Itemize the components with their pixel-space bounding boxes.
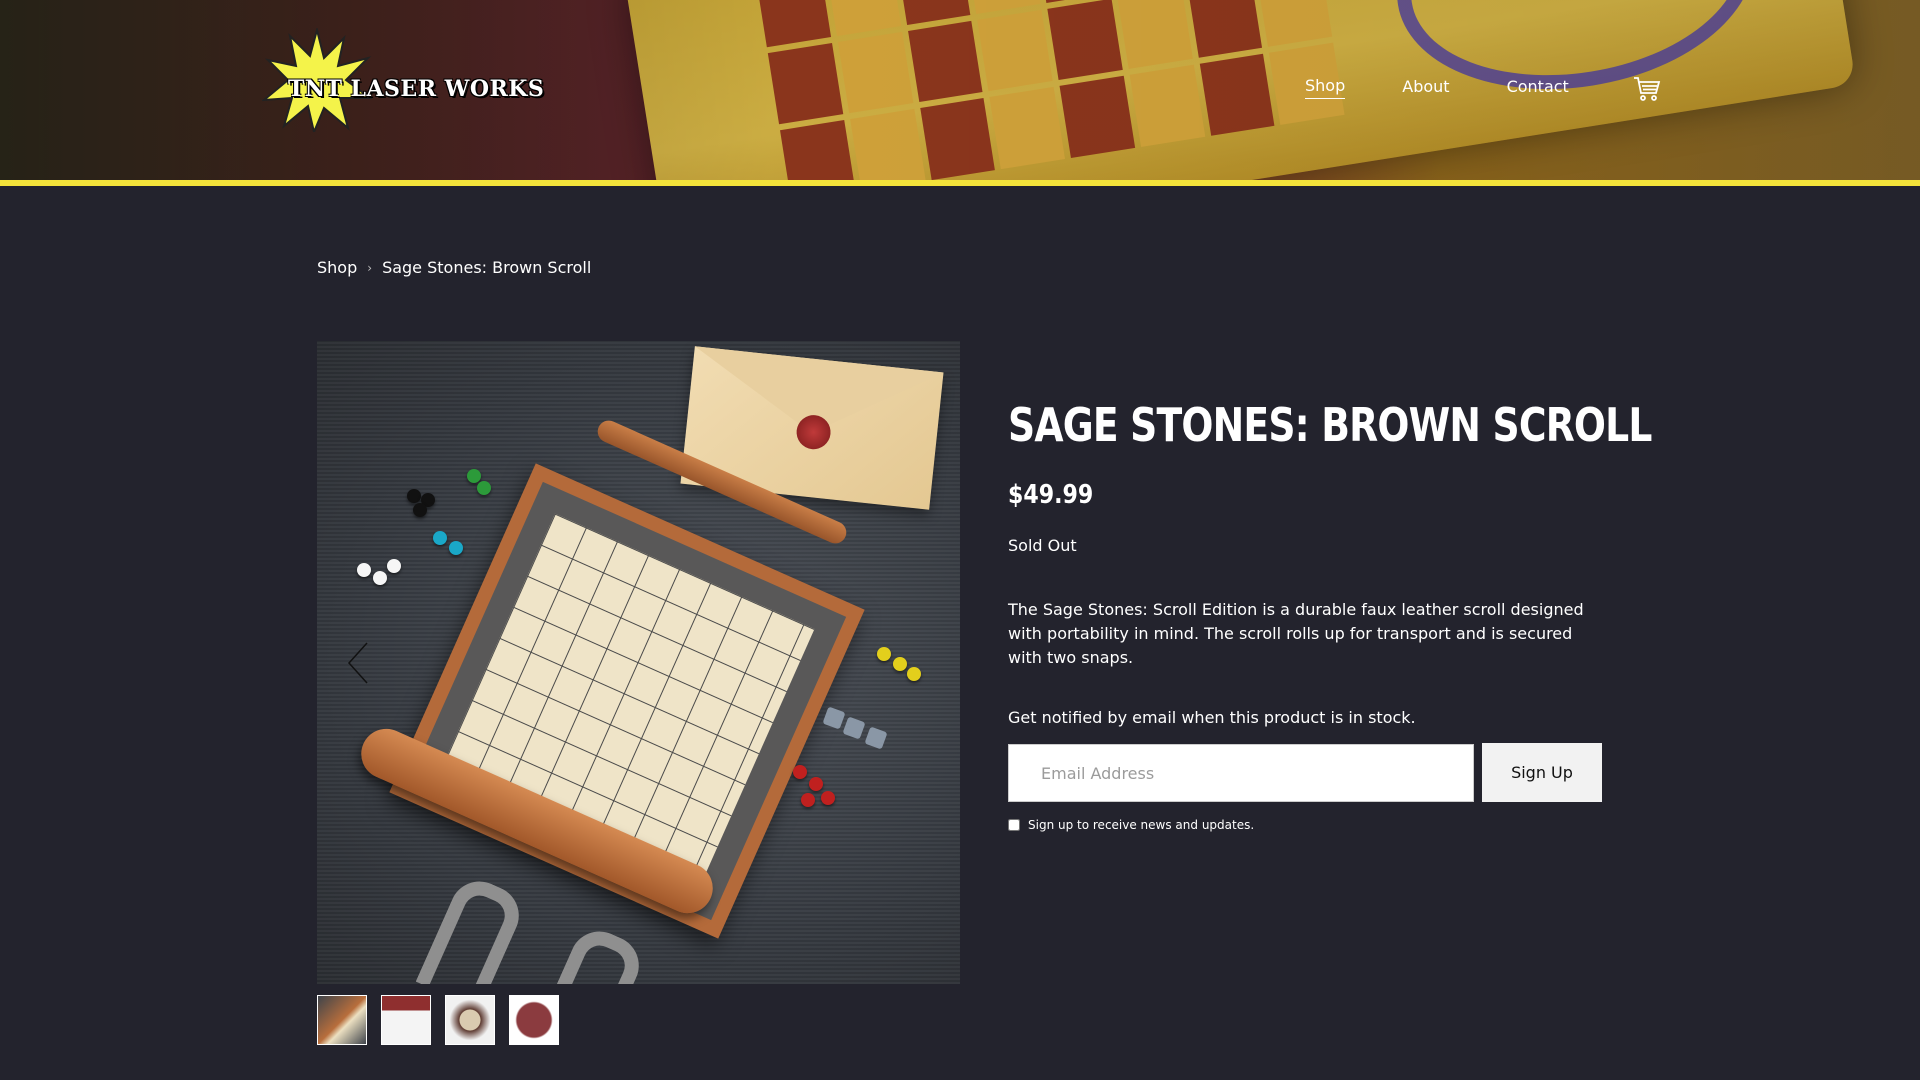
newsletter-checkbox[interactable] [1008, 819, 1020, 831]
product-thumbnails [317, 995, 573, 1045]
nav-contact-link[interactable]: Contact [1507, 77, 1569, 99]
product-thumbnail[interactable] [381, 995, 431, 1045]
notify-text: Get notified by email when this product … [1008, 708, 1416, 727]
stock-status: Sold Out [1008, 536, 1077, 555]
breadcrumb-current: Sage Stones: Brown Scroll [382, 258, 592, 277]
newsletter-optin: Sign up to receive news and updates. [1008, 818, 1254, 832]
newsletter-label: Sign up to receive news and updates. [1028, 818, 1255, 832]
sign-up-button[interactable]: Sign Up [1482, 743, 1602, 802]
product-thumbnail[interactable] [445, 995, 495, 1045]
product-main-image[interactable] [317, 341, 960, 984]
main-nav: Shop About Contact [1305, 76, 1626, 99]
breadcrumb-separator: › [367, 260, 373, 275]
email-input[interactable] [1008, 744, 1474, 802]
product-description: The Sage Stones: Scroll Edition is a dur… [1008, 600, 1584, 667]
site-header: TNT LASER WORKS Shop About Contact [0, 0, 1920, 180]
shopping-cart-icon[interactable] [1633, 76, 1661, 102]
breadcrumb-shop-link[interactable]: Shop [317, 258, 357, 277]
nav-about-link[interactable]: About [1402, 77, 1449, 99]
product-thumbnail[interactable] [317, 995, 367, 1045]
breadcrumb: Shop › Sage Stones: Brown Scroll [317, 258, 591, 277]
product-price: $49.99 [1008, 480, 1094, 510]
carousel-prev-arrow-icon[interactable] [347, 641, 369, 685]
product-thumbnail[interactable] [509, 995, 559, 1045]
product-title: SAGE STONES: BROWN SCROLL [1008, 398, 1652, 452]
nav-shop-link[interactable]: Shop [1305, 76, 1346, 99]
header-accent-stripe [0, 180, 1920, 186]
logo-text: TNT LASER WORKS [288, 76, 545, 102]
site-logo[interactable]: TNT LASER WORKS [262, 28, 545, 132]
